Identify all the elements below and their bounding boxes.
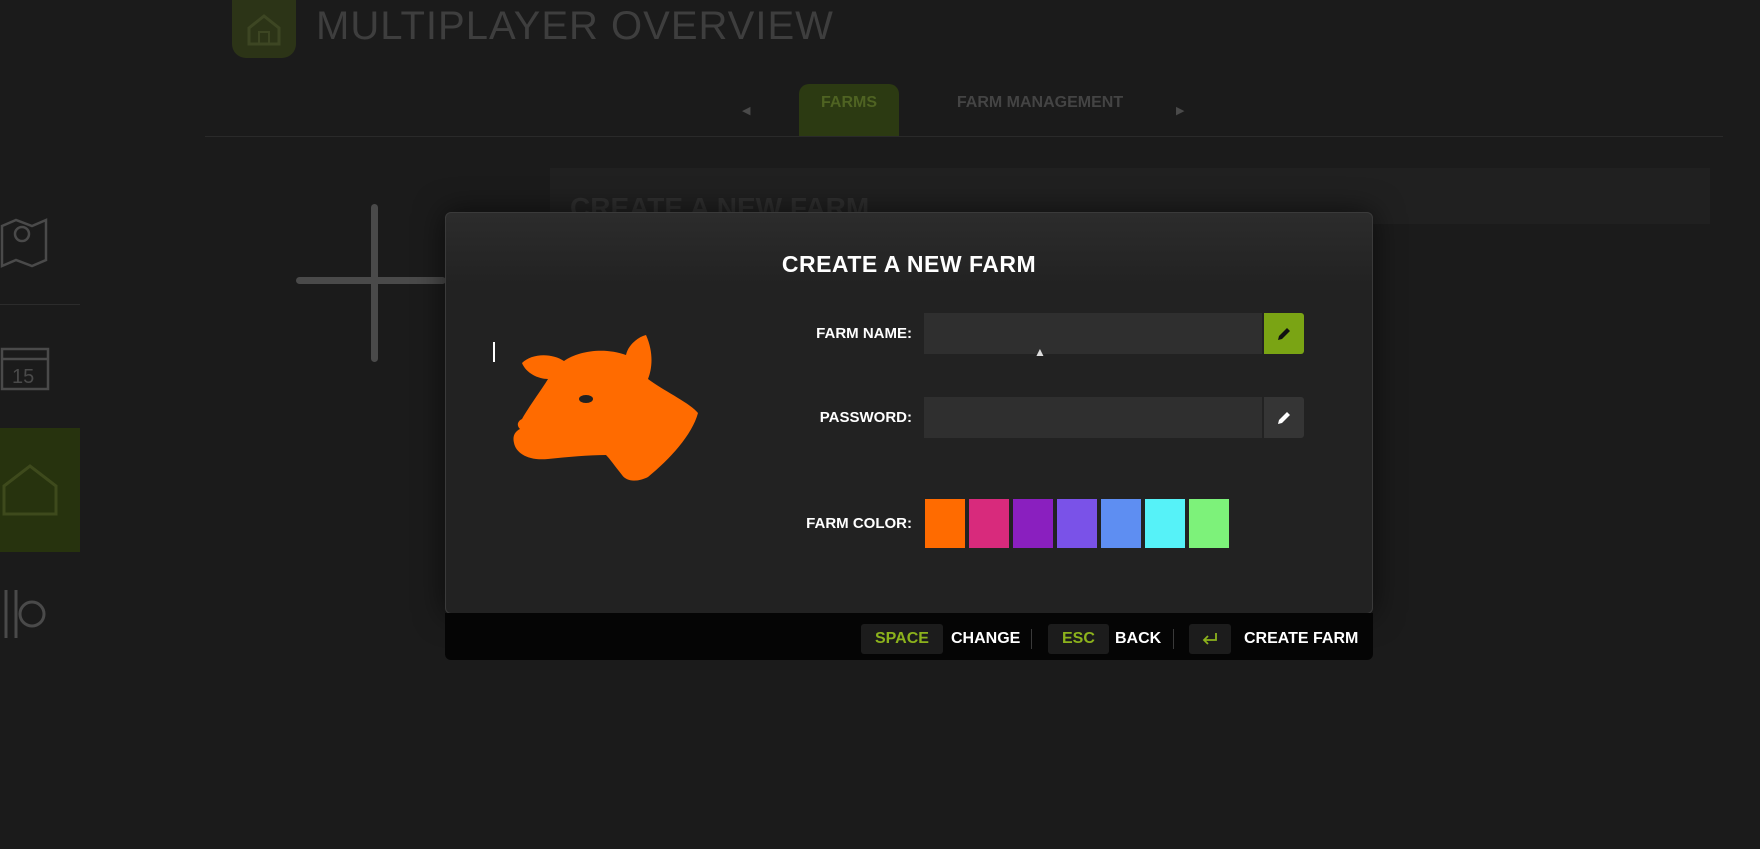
farmhouse-sidebar-icon [2,464,58,516]
color-swatch-6[interactable] [1145,499,1185,548]
tab-farms[interactable]: FARMS [799,84,899,136]
text-caret [493,342,495,362]
color-swatch-5[interactable] [1101,499,1141,548]
create-farm-button[interactable]: CREATE FARM [1244,624,1358,654]
pencil-icon [1278,327,1290,340]
footer-divider [1031,629,1032,649]
color-swatch-1[interactable] [925,499,965,548]
farm-name-edit-button[interactable] [1264,313,1304,354]
farm-name-input[interactable] [924,313,1262,354]
farm-name-label: FARM NAME: [816,325,912,342]
farm-color-picker [925,499,1229,548]
change-label[interactable]: CHANGE [951,624,1020,654]
mouse-pointer-icon: ▲ [1034,345,1046,359]
esc-key-chip[interactable]: ESC [1048,624,1109,654]
footer-divider [1173,629,1174,649]
password-input[interactable] [924,397,1262,438]
tab-farm-management[interactable]: FARM MANAGEMENT [930,84,1150,136]
enter-key-icon[interactable] [1189,624,1231,654]
page-title: MULTIPLAYER OVERVIEW [316,4,834,48]
calendar-icon[interactable]: 15 [0,343,50,396]
dialog-title: CREATE A NEW FARM [781,251,1037,277]
space-key-chip[interactable]: SPACE [861,624,943,654]
password-label: PASSWORD: [819,409,912,426]
password-edit-button[interactable] [1264,397,1304,438]
sidebar-divider [0,304,80,305]
pencil-icon [1278,411,1290,424]
color-swatch-2[interactable] [969,499,1009,548]
tab-next-arrow-icon[interactable]: ▶ [1176,104,1184,117]
color-swatch-4[interactable] [1057,499,1097,548]
create-farm-dialog: CREATE A NEW FARM FARM NAME: PASSWORD: F… [445,212,1373,614]
farm-color-label: FARM COLOR: [806,515,912,532]
back-label[interactable]: BACK [1115,624,1161,654]
sidebar-item-multiplayer[interactable] [0,428,80,552]
color-swatch-3[interactable] [1013,499,1053,548]
sheep-head-icon [513,335,698,481]
map-icon[interactable] [0,216,50,273]
calendar-day: 15 [12,366,34,388]
dialog-footer: SPACE CHANGE ESC BACK CREATE FARM [445,613,1373,660]
tab-prev-arrow-icon[interactable]: ◀ [742,104,750,117]
farmhouse-icon [232,0,296,58]
settings-icon[interactable] [0,586,50,647]
color-swatch-7[interactable] [1189,499,1229,548]
header-divider [205,136,1723,137]
